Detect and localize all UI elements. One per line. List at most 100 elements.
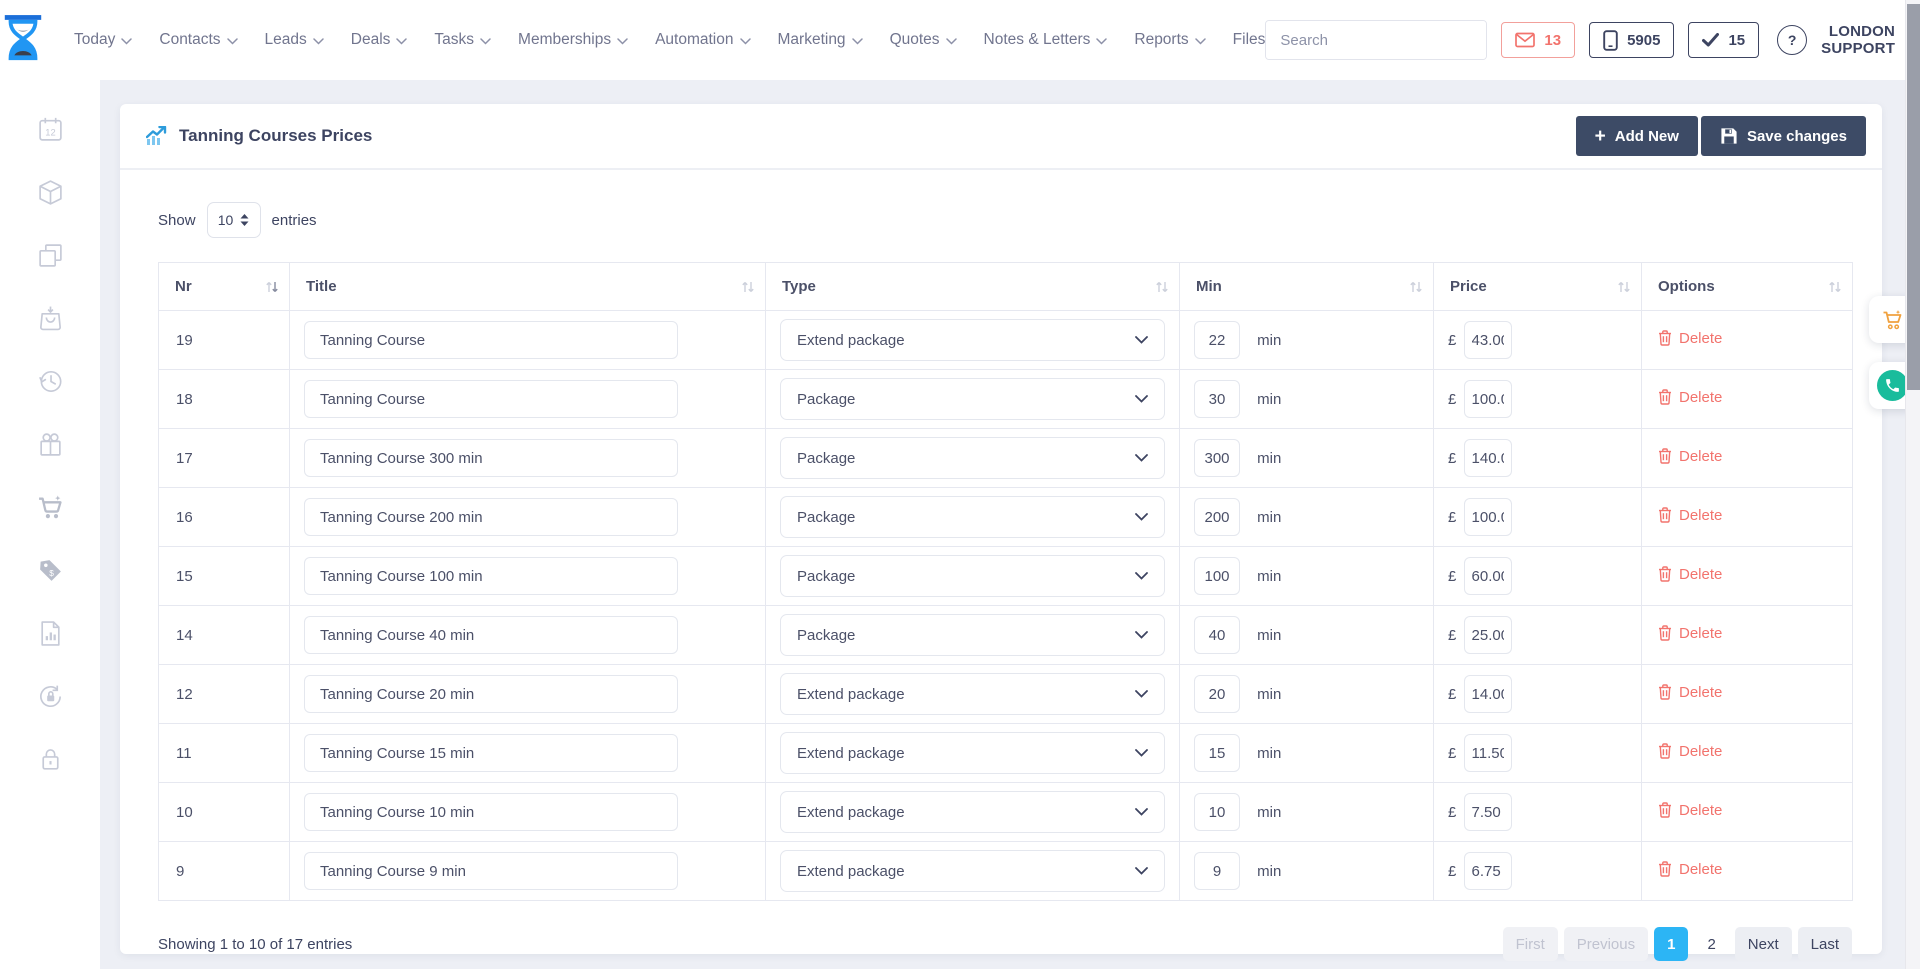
messages-badge[interactable]: 13 [1501, 22, 1575, 58]
price-input[interactable] [1464, 557, 1512, 595]
search-input[interactable] [1266, 21, 1487, 59]
title-input[interactable] [304, 498, 678, 536]
nav-item-memberships[interactable]: Memberships [518, 31, 628, 49]
min-input[interactable] [1194, 557, 1240, 595]
type-select[interactable]: Extend package [780, 673, 1165, 715]
page-length-select[interactable]: 10 [207, 202, 261, 238]
help-icon: ? [1788, 32, 1797, 48]
nav-item-contacts[interactable]: Contacts [159, 31, 237, 49]
save-changes-button[interactable]: Save changes [1701, 116, 1866, 156]
title-input[interactable] [304, 439, 678, 477]
sidebar-item-bag-orders[interactable] [37, 305, 64, 332]
nav-item-leads[interactable]: Leads [265, 31, 324, 49]
title-input[interactable] [304, 321, 678, 359]
min-input[interactable] [1194, 793, 1240, 831]
pagination-last-button[interactable]: Last [1798, 927, 1852, 961]
sidebar-item-prices[interactable]: $ [37, 557, 64, 584]
type-select[interactable]: Package [780, 614, 1165, 656]
price-input[interactable] [1464, 380, 1512, 418]
title-input[interactable] [304, 557, 678, 595]
min-input[interactable] [1194, 734, 1240, 772]
pagination-page-2-button[interactable]: 2 [1694, 927, 1728, 961]
pagination-page-1-button[interactable]: 1 [1654, 927, 1688, 961]
nav-item-today[interactable]: Today [74, 31, 132, 49]
delete-button[interactable]: Delete [1656, 743, 1722, 760]
tasks-badge[interactable]: 15 [1688, 22, 1759, 58]
column-header-title[interactable]: Title [290, 263, 766, 311]
price-input[interactable] [1464, 439, 1512, 477]
nav-item-tasks[interactable]: Tasks [434, 31, 491, 49]
type-select[interactable]: Extend package [780, 850, 1165, 892]
nav-item-automation[interactable]: Automation [655, 31, 750, 49]
delete-button[interactable]: Delete [1656, 861, 1722, 878]
delete-button[interactable]: Delete [1656, 507, 1722, 524]
calls-badge[interactable]: 5905 [1589, 22, 1674, 58]
title-input[interactable] [304, 734, 678, 772]
column-header-min[interactable]: Min [1180, 263, 1434, 311]
type-select[interactable]: Package [780, 555, 1165, 597]
type-select[interactable]: Package [780, 437, 1165, 479]
nav-item-marketing[interactable]: Marketing [778, 31, 863, 49]
nav-item-deals[interactable]: Deals [351, 31, 408, 49]
sidebar-item-packages[interactable] [37, 179, 64, 206]
add-new-button[interactable]: + Add New [1576, 116, 1698, 156]
pagination-first-button[interactable]: First [1503, 927, 1558, 961]
title-input[interactable] [304, 616, 678, 654]
price-input[interactable] [1464, 852, 1512, 890]
pagination-next-button[interactable]: Next [1735, 927, 1792, 961]
min-input[interactable] [1194, 380, 1240, 418]
price-input[interactable] [1464, 321, 1512, 359]
sidebar-item-access-sync[interactable] [37, 683, 64, 710]
price-input[interactable] [1464, 793, 1512, 831]
sidebar-item-reports[interactable] [37, 620, 64, 647]
column-header-type[interactable]: Type [766, 263, 1180, 311]
nav-item-files[interactable]: Files [1233, 31, 1266, 49]
price-input[interactable] [1464, 616, 1512, 654]
min-input[interactable] [1194, 439, 1240, 477]
type-select[interactable]: Extend package [780, 732, 1165, 774]
title-input[interactable] [304, 380, 678, 418]
sidebar-item-security[interactable] [37, 746, 64, 773]
nav-item-notes-letters[interactable]: Notes & Letters [984, 31, 1108, 49]
help-button[interactable]: ? [1777, 25, 1807, 55]
column-header-price[interactable]: Price [1434, 263, 1642, 311]
chevron-down-icon [1135, 395, 1148, 403]
column-header-nr[interactable]: Nr [159, 263, 290, 311]
min-input[interactable] [1194, 616, 1240, 654]
min-unit-label: min [1257, 509, 1281, 526]
min-input[interactable] [1194, 675, 1240, 713]
type-select[interactable]: Extend package [780, 791, 1165, 833]
type-select[interactable]: Package [780, 496, 1165, 538]
type-select[interactable]: Extend package [780, 319, 1165, 361]
column-header-options[interactable]: Options [1642, 263, 1853, 311]
pagination-previous-button[interactable]: Previous [1564, 927, 1648, 961]
delete-label: Delete [1679, 566, 1722, 583]
sidebar-item-history[interactable] [37, 368, 64, 395]
delete-button[interactable]: Delete [1656, 389, 1722, 406]
sidebar-item-cart[interactable] [37, 494, 64, 521]
sidebar-item-duplicates[interactable] [37, 242, 64, 269]
delete-button[interactable]: Delete [1656, 625, 1722, 642]
min-input[interactable] [1194, 852, 1240, 890]
type-select-value: Package [797, 391, 1135, 408]
min-input[interactable] [1194, 321, 1240, 359]
nav-item-quotes[interactable]: Quotes [890, 31, 957, 49]
price-input[interactable] [1464, 498, 1512, 536]
sidebar-item-gifts[interactable] [37, 431, 64, 458]
app-logo[interactable] [0, 15, 46, 65]
delete-button[interactable]: Delete [1656, 448, 1722, 465]
price-input[interactable] [1464, 734, 1512, 772]
delete-button[interactable]: Delete [1656, 330, 1722, 347]
delete-button[interactable]: Delete [1656, 566, 1722, 583]
price-input[interactable] [1464, 675, 1512, 713]
scrollbar-thumb[interactable] [1907, 4, 1920, 390]
type-select[interactable]: Package [780, 378, 1165, 420]
delete-button[interactable]: Delete [1656, 684, 1722, 701]
sidebar-item-calendar[interactable]: 12 [37, 116, 64, 143]
delete-button[interactable]: Delete [1656, 802, 1722, 819]
min-input[interactable] [1194, 498, 1240, 536]
title-input[interactable] [304, 675, 678, 713]
nav-item-reports[interactable]: Reports [1134, 31, 1205, 49]
title-input[interactable] [304, 852, 678, 890]
title-input[interactable] [304, 793, 678, 831]
